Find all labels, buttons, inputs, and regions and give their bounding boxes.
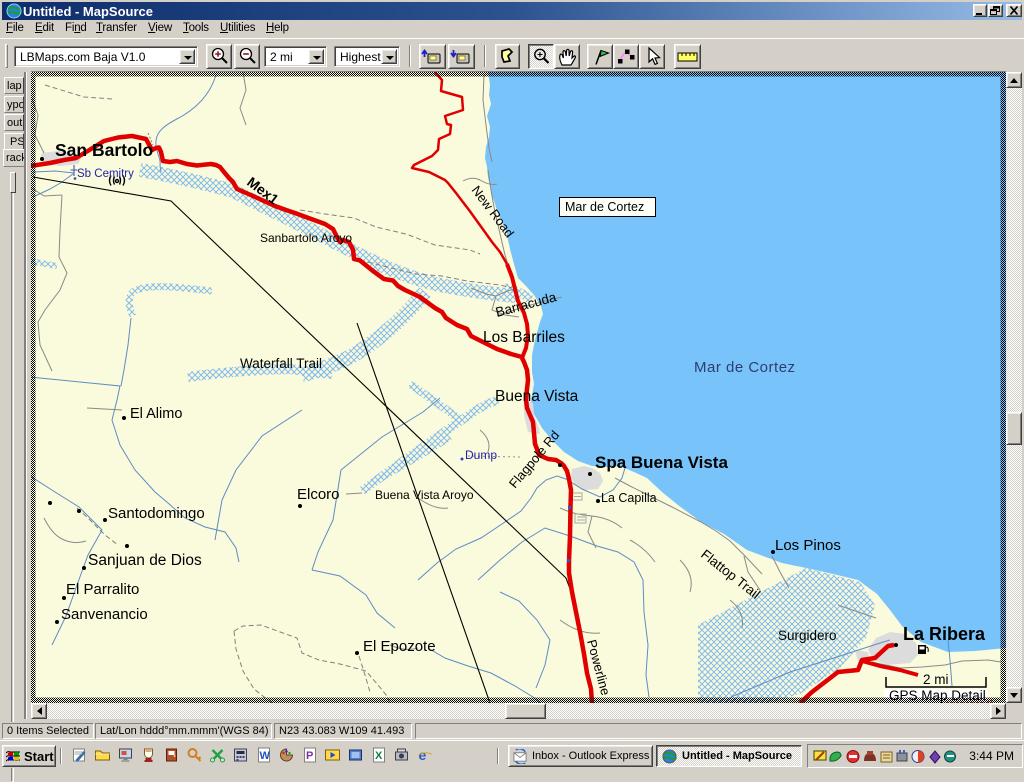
svg-text:San Bartolo: San Bartolo (55, 140, 153, 160)
svg-text:Waterfall Trail: Waterfall Trail (240, 356, 322, 371)
svg-text:Elcoro: Elcoro (297, 486, 340, 503)
svg-text:2 mi: 2 mi (923, 672, 949, 687)
svg-text:X: X (375, 750, 383, 762)
svg-text:Surgidero: Surgidero (778, 628, 837, 643)
svg-text:Spa Buena Vista: Spa Buena Vista (595, 453, 728, 472)
svg-text:P: P (306, 750, 313, 762)
svg-text:e: e (419, 747, 427, 763)
svg-text:Sanjuan de Dios: Sanjuan de Dios (88, 552, 202, 569)
svg-text:El Alimo: El Alimo (130, 406, 182, 422)
svg-text:El Epozote: El Epozote (363, 638, 436, 655)
svg-text:Buena Vista Aroyo: Buena Vista Aroyo (375, 488, 474, 502)
svg-text:Los Pinos: Los Pinos (775, 537, 841, 554)
svg-text:W: W (260, 750, 271, 762)
svg-text:Sanvenancio: Sanvenancio (61, 606, 148, 623)
svg-text:La Ribera: La Ribera (903, 624, 986, 644)
svg-text:Mar de Cortez: Mar de Cortez (694, 359, 796, 376)
svg-text:El Parralito: El Parralito (66, 581, 139, 598)
svg-text:Sanbartolo Aroyo: Sanbartolo Aroyo (260, 231, 352, 245)
svg-text:Sb Cemitry: Sb Cemitry (77, 168, 134, 180)
svg-text:Los Barriles: Los Barriles (483, 329, 565, 346)
svg-text:Buena Vista: Buena Vista (495, 388, 579, 405)
svg-text:La Capilla: La Capilla (601, 491, 657, 505)
svg-text:Mar de Cortez: Mar de Cortez (565, 200, 644, 214)
svg-text:Dump: Dump (465, 448, 497, 462)
svg-text:Santodomingo: Santodomingo (108, 505, 205, 522)
